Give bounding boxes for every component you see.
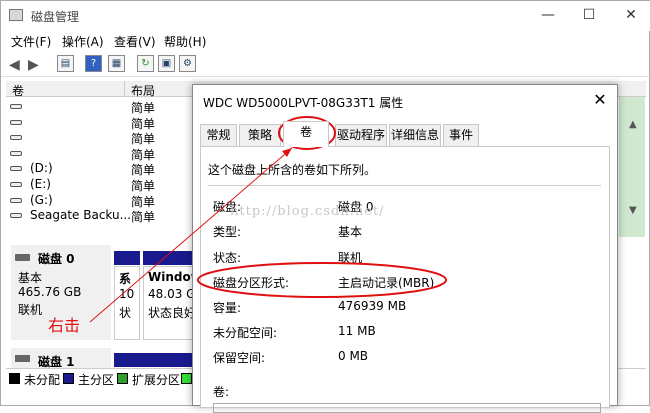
tab-policy[interactable]: 策略 — [239, 124, 281, 146]
field-value-type: 基本 — [338, 225, 363, 239]
volume-layout: 简单 — [131, 210, 156, 225]
volume-row[interactable]: (D:) 简单 — [6, 160, 196, 177]
disk0-name: 磁盘 0 — [38, 252, 75, 266]
drive-icon — [10, 104, 22, 109]
partition-windows-status: 状态良好 — [148, 306, 197, 320]
dialog-close-button[interactable]: ✕ — [589, 89, 611, 111]
menu-file[interactable]: 文件(F) — [11, 33, 51, 50]
partition-system-bar — [114, 251, 140, 265]
tab-volumes[interactable]: 卷 — [283, 121, 329, 147]
refresh-icon[interactable]: ↻ — [137, 55, 154, 72]
legend-label-unallocated: 未分配 — [24, 373, 61, 387]
window-title: 磁盘管理 — [31, 10, 80, 24]
field-value-capacity: 476939 MB — [338, 299, 407, 313]
disk0-status: 联机 — [18, 303, 43, 317]
separator — [208, 185, 601, 186]
legend-label-extended: 扩展分区 — [132, 373, 181, 387]
annotation-right-click-text: 右击 — [48, 316, 81, 335]
volumes-description: 这个磁盘上所含的卷如下所列。 — [208, 163, 377, 177]
drive-icon — [10, 135, 22, 141]
app-icon — [9, 9, 23, 21]
menu-view[interactable]: 查看(V) — [114, 33, 156, 50]
volume-row[interactable]: 简单 — [6, 129, 196, 146]
menu-help[interactable]: 帮助(H) — [164, 33, 206, 50]
dialog-title: WDC WD5000LPVT-08G33T1 属性 — [203, 96, 404, 110]
forward-icon[interactable]: ▶ — [28, 57, 39, 73]
volume-list-scroll-area: ▲ ▼ — [619, 97, 645, 237]
disk-icon — [15, 254, 30, 261]
properties-icon[interactable]: ▦ — [108, 55, 125, 72]
legend-swatch-unallocated — [9, 373, 20, 384]
disk0-size: 465.76 GB — [18, 285, 82, 299]
tab-driver[interactable]: 驱动程序 — [335, 124, 387, 146]
toolbar: ◀ ▶ ▤ ? ▦ ↻ ▣ ⚙ — [1, 51, 650, 77]
menu-action[interactable]: 操作(A) — [62, 33, 104, 50]
drive-icon — [10, 197, 22, 203]
volume-name: (E:) — [30, 177, 51, 191]
back-icon[interactable]: ◀ — [9, 57, 20, 73]
settings-icon[interactable]: ⚙ — [179, 55, 196, 72]
volume-name: (D:) — [30, 161, 53, 176]
legend-swatch-free — [181, 373, 192, 384]
volumes-list-box[interactable] — [213, 403, 601, 413]
disk-icon — [15, 355, 30, 362]
drive-icon — [10, 182, 22, 187]
scroll-up-icon[interactable]: ▲ — [629, 119, 637, 130]
volumes-list-label: 卷: — [213, 385, 230, 399]
field-label-type: 类型: — [213, 225, 242, 239]
menu-bar: 文件(F) 操作(A) 查看(V) 帮助(H) — [1, 31, 650, 51]
scroll-down-icon[interactable]: ▼ — [629, 205, 637, 216]
title-bar: 磁盘管理 — ☐ ✕ — [1, 1, 650, 31]
column-header-layout[interactable]: 布局 — [131, 82, 155, 99]
field-label-reserved: 保留空间: — [213, 351, 266, 365]
field-value-partition-style: 主启动记录(MBR) — [338, 276, 435, 290]
volume-row[interactable]: Seagate Backu... 简单 — [6, 207, 196, 225]
field-value-status: 联机 — [338, 251, 363, 265]
legend-label-primary: 主分区 — [78, 373, 115, 387]
rescan-icon[interactable]: ▣ — [158, 55, 175, 72]
partition-system-size: 10 — [119, 287, 135, 301]
field-label-capacity: 容量: — [213, 301, 242, 315]
volume-row[interactable]: (E:) 简单 — [6, 176, 196, 193]
drive-icon — [10, 166, 22, 172]
disk0-type: 基本 — [18, 271, 43, 285]
tab-events[interactable]: 事件 — [443, 124, 479, 146]
tab-details[interactable]: 详细信息 — [389, 124, 441, 146]
properties-dialog: WDC WD5000LPVT-08G33T1 属性 ✕ 常规 策略 卷 驱动程序… — [192, 84, 618, 413]
disk1-partition-bar — [114, 353, 198, 367]
partition-windows-bar — [143, 251, 198, 265]
drive-icon — [10, 150, 22, 156]
watermark: http://blog.csdn.net/ — [230, 204, 385, 219]
field-label-status: 状态: — [213, 251, 242, 265]
column-header-volume[interactable]: 卷 — [12, 82, 24, 99]
volume-row[interactable]: 简单 — [6, 145, 196, 162]
legend-swatch-extended — [117, 373, 128, 384]
partition-system-title: 系 — [119, 272, 132, 286]
field-value-reserved: 0 MB — [338, 349, 369, 363]
drive-icon — [10, 119, 22, 125]
minimize-button[interactable]: — — [536, 5, 560, 25]
drive-icon — [10, 213, 22, 219]
maximize-button[interactable]: ☐ — [577, 5, 601, 25]
close-button[interactable]: ✕ — [619, 5, 643, 25]
volume-name: (G:) — [30, 192, 53, 207]
partition-system-status: 状 — [119, 306, 132, 320]
volume-row[interactable]: 简单 — [6, 114, 196, 131]
tab-general[interactable]: 常规 — [200, 124, 237, 146]
volume-row[interactable]: (G:) 简单 — [6, 192, 196, 209]
field-label-unallocated: 未分配空间: — [213, 326, 278, 340]
help-icon[interactable]: ? — [85, 55, 102, 72]
field-label-partition-style: 磁盘分区形式: — [213, 276, 290, 290]
volume-row[interactable]: 简单 — [6, 98, 196, 115]
field-value-unallocated: 11 MB — [338, 324, 376, 338]
legend-swatch-primary — [63, 373, 74, 384]
volume-name: Seagate Backu... — [30, 208, 132, 223]
partition-windows[interactable]: Windows 48.03 GB 状态良好 — [143, 266, 209, 340]
partition-system[interactable]: 系 10 状 — [114, 266, 140, 340]
volume-list-icon[interactable]: ▤ — [57, 55, 74, 72]
